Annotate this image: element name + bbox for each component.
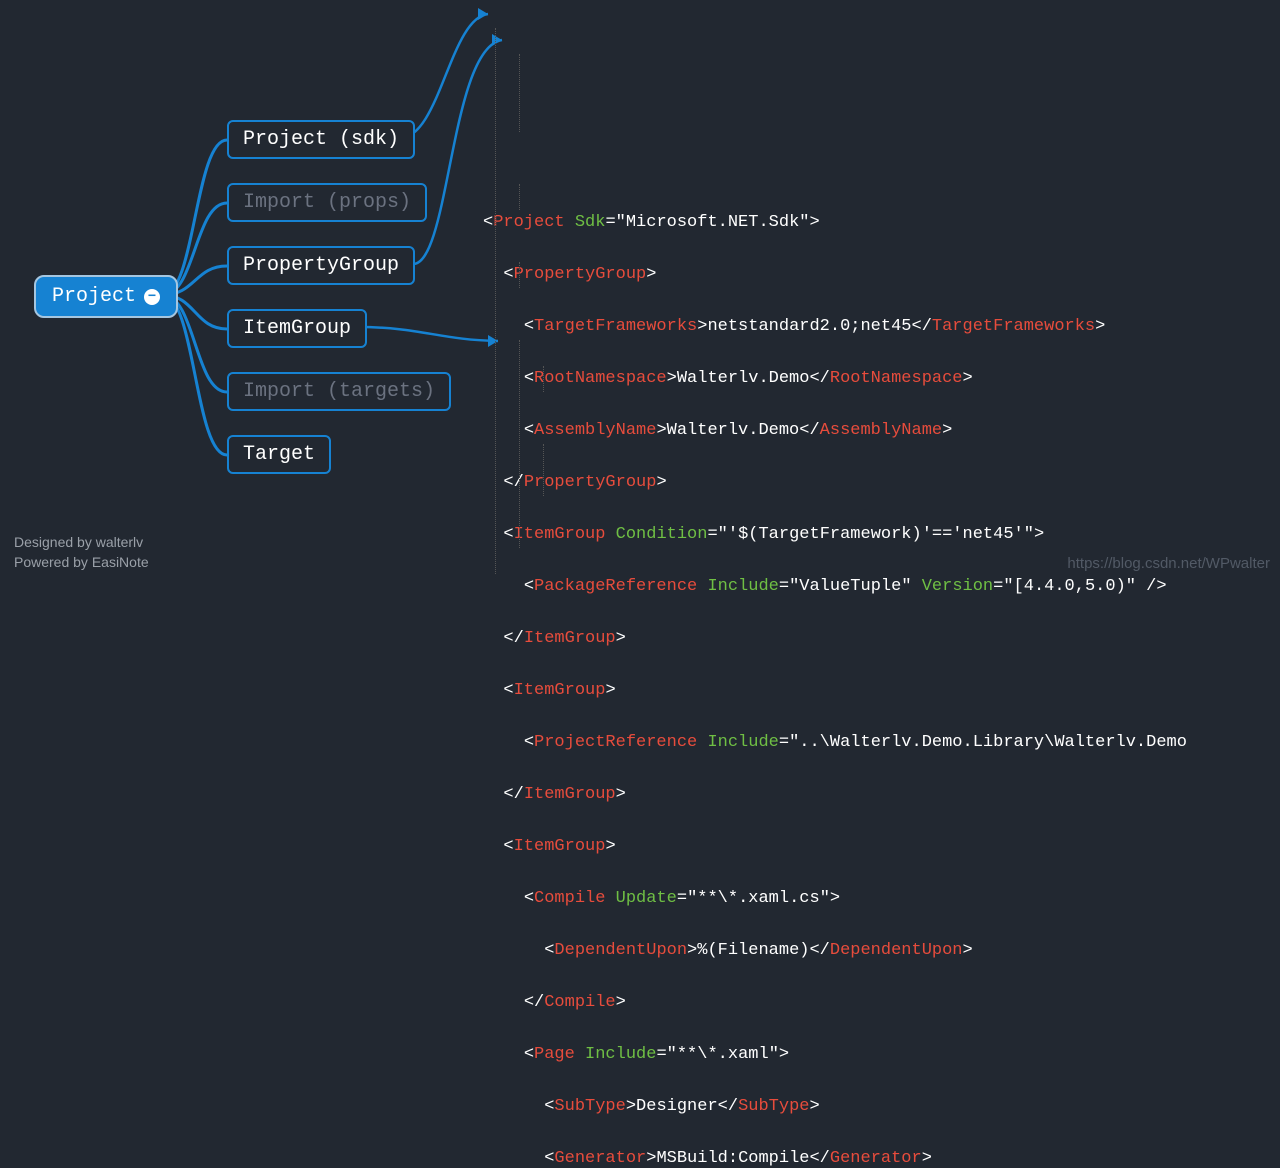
- node-import-props[interactable]: Import (props): [227, 183, 427, 222]
- code-line: <ItemGroup Condition="'$(TargetFramework…: [483, 522, 1187, 548]
- node-import-targets[interactable]: Import (targets): [227, 372, 451, 411]
- code-line: <Generator>MSBuild:Compile</Generator>: [483, 1146, 1187, 1168]
- code-line: <SubType>Designer</SubType>: [483, 1094, 1187, 1120]
- watermark-url: https://blog.csdn.net/WPwalter: [1067, 555, 1270, 572]
- footer-line1: Designed by walterlv: [14, 532, 149, 552]
- code-line: <ProjectReference Include="..\Walterlv.D…: [483, 730, 1187, 756]
- code-line: </Compile>: [483, 990, 1187, 1016]
- code-line: <DependentUpon>%(Filename)</DependentUpo…: [483, 938, 1187, 964]
- code-line: </ItemGroup>: [483, 782, 1187, 808]
- code-line: </PropertyGroup>: [483, 470, 1187, 496]
- code-line: <PropertyGroup>: [483, 262, 1187, 288]
- footer-credits: Designed by walterlv Powered by EasiNote: [14, 532, 149, 572]
- code-line: <AssemblyName>Walterlv.Demo</AssemblyNam…: [483, 418, 1187, 444]
- node-itemgroup[interactable]: ItemGroup: [227, 309, 367, 348]
- footer-line2: Powered by EasiNote: [14, 552, 149, 572]
- code-line: <PackageReference Include="ValueTuple" V…: [483, 574, 1187, 600]
- code-line: <RootNamespace>Walterlv.Demo</RootNamesp…: [483, 366, 1187, 392]
- code-line: </ItemGroup>: [483, 626, 1187, 652]
- code-line: <Project Sdk="Microsoft.NET.Sdk">: [483, 210, 1187, 236]
- code-line: <Compile Update="**\*.xaml.cs">: [483, 886, 1187, 912]
- node-project-sdk[interactable]: Project (sdk): [227, 120, 415, 159]
- collapse-icon[interactable]: −: [144, 289, 160, 305]
- root-label: Project: [52, 285, 136, 308]
- xml-code-block: <Project Sdk="Microsoft.NET.Sdk"> <Prope…: [483, 2, 1187, 1168]
- code-line: <ItemGroup>: [483, 834, 1187, 860]
- node-target[interactable]: Target: [227, 435, 331, 474]
- node-propertygroup[interactable]: PropertyGroup: [227, 246, 415, 285]
- code-line: <Page Include="**\*.xaml">: [483, 1042, 1187, 1068]
- root-node-project[interactable]: Project −: [34, 275, 178, 318]
- code-line: <TargetFrameworks>netstandard2.0;net45</…: [483, 314, 1187, 340]
- code-line: <ItemGroup>: [483, 678, 1187, 704]
